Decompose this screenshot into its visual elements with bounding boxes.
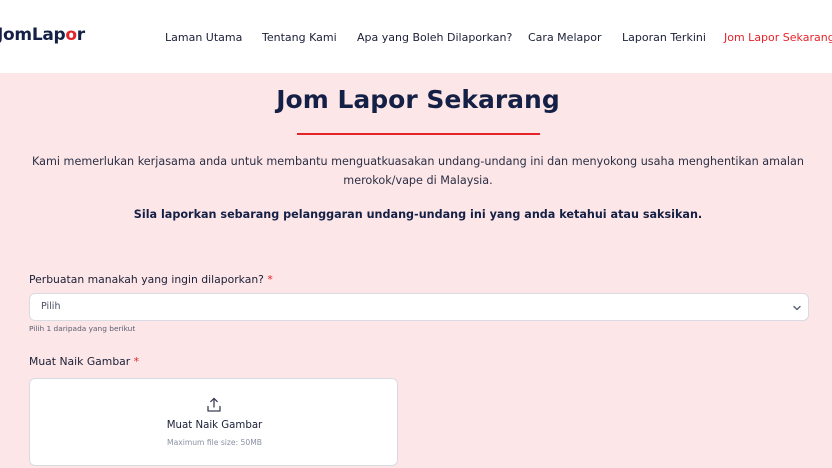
act-field-label: Perbuatan manakah yang ingin dilaporkan?…	[29, 272, 273, 288]
image-field-label: Muat Naik Gambar *	[29, 354, 139, 370]
required-mark: *	[133, 355, 140, 368]
page-title: Jom Lapor Sekarang	[276, 85, 560, 114]
upload-icon	[207, 397, 221, 412]
site-header: JomLapor Laman Utama Tentang Kami Apa ya…	[0, 0, 832, 73]
title-underline	[297, 133, 540, 135]
nav-cara-melapor[interactable]: Cara Melapor	[528, 30, 601, 46]
nav-laporan-terkini[interactable]: Laporan Terkini	[622, 30, 706, 46]
report-call-to-action: Sila laporkan sebarang pelanggaran undan…	[133, 208, 703, 221]
chevron-down-icon	[793, 305, 801, 311]
nav-jom-lapor-sekarang[interactable]: Jom Lapor Sekarang	[724, 30, 832, 46]
upload-title: Muat Naik Gambar	[166, 420, 263, 431]
act-label-text: Perbuatan manakah yang ingin dilaporkan?	[29, 273, 264, 286]
image-label-text: Muat Naik Gambar	[29, 355, 131, 368]
act-select[interactable]: Pilih	[29, 293, 809, 321]
act-field-hint: Pilih 1 daripada yang berikut	[29, 324, 136, 333]
act-select-value: Pilih	[41, 301, 61, 312]
nav-apa-yang-boleh-dilaporkan[interactable]: Apa yang Boleh Dilaporkan?	[357, 30, 512, 46]
upload-size-limit: Maximum file size: 50MB	[167, 438, 262, 447]
main-nav: Laman Utama Tentang Kami Apa yang Boleh …	[0, 30, 832, 46]
nav-laman-utama[interactable]: Laman Utama	[165, 30, 242, 46]
required-mark: *	[267, 273, 273, 286]
intro-paragraph: Kami memerlukan kerjasama anda untuk mem…	[32, 155, 804, 187]
nav-tentang-kami[interactable]: Tentang Kami	[262, 30, 337, 46]
image-upload-dropzone[interactable]: Muat Naik Gambar Maximum file size: 50MB	[29, 378, 398, 466]
